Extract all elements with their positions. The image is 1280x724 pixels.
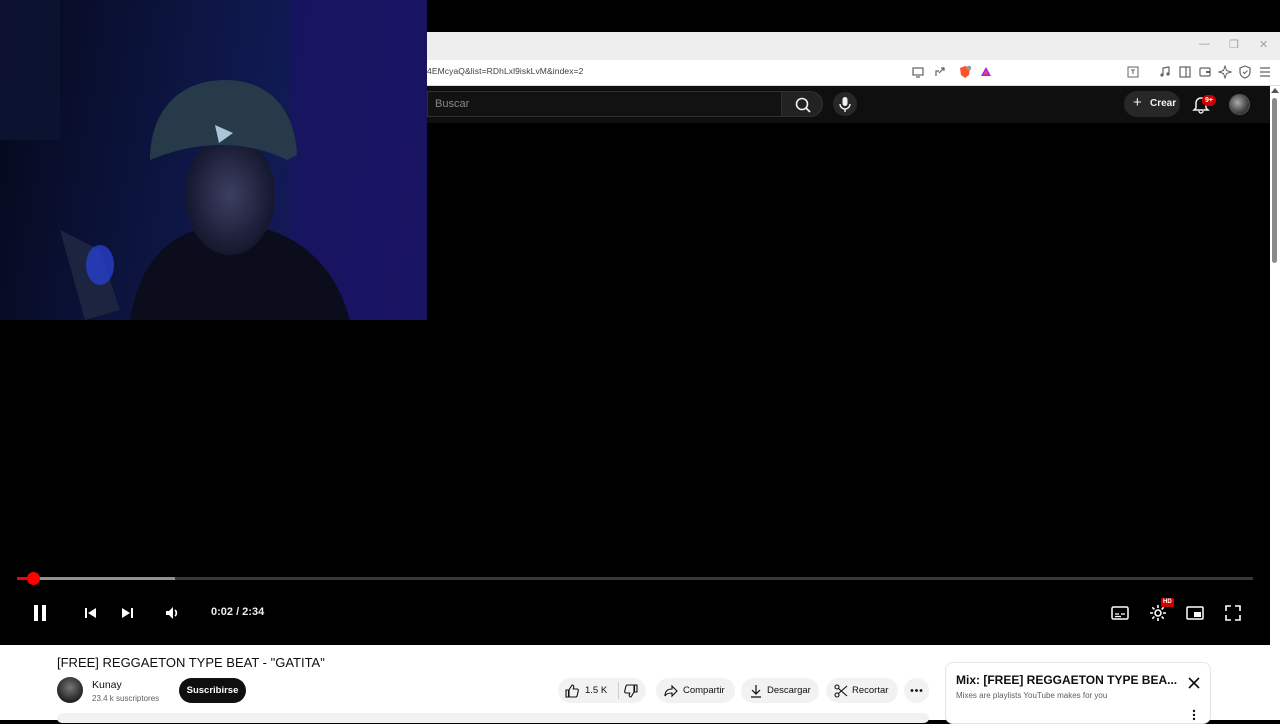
video-title: [FREE] REGGAETON TYPE BEAT - "GATITA" (57, 655, 325, 670)
brave-shield-icon[interactable] (958, 65, 972, 79)
subscriber-count: 23.4 k suscriptores (92, 694, 160, 703)
notifications-badge: 9+ (1202, 95, 1216, 106)
webcam-overlay (0, 0, 427, 320)
miniplayer-icon[interactable] (1183, 601, 1207, 625)
voice-search-button[interactable] (833, 92, 857, 116)
media-icon[interactable] (1158, 65, 1172, 79)
description-box[interactable] (57, 713, 929, 723)
progress-scrubber[interactable] (27, 572, 41, 585)
share-page-icon[interactable] (933, 65, 947, 79)
next-icon[interactable] (115, 601, 139, 625)
volume-icon[interactable] (160, 601, 184, 625)
page-scrollbar[interactable] (1270, 86, 1280, 720)
close-window-icon[interactable]: ✕ (1259, 38, 1268, 51)
address-bar[interactable]: 4EMcyaQ&list=RDhLxl9iskLvM&index=2 (427, 66, 583, 76)
microphone-icon (839, 97, 851, 112)
channel-avatar[interactable] (57, 677, 83, 703)
time-display: 0:02 / 2:34 (211, 606, 265, 618)
search-icon (795, 97, 811, 113)
clip-button[interactable]: Recortar (826, 678, 898, 703)
search-box[interactable]: Buscar (427, 91, 781, 117)
dislike-button[interactable] (619, 678, 646, 703)
menu-icon[interactable] (1258, 65, 1272, 79)
channel-name[interactable]: Kunay (92, 679, 122, 691)
plus-icon: + (1133, 94, 1142, 111)
share-label: Compartir (683, 685, 725, 696)
subtitles-icon[interactable] (1108, 601, 1132, 625)
more-vertical-icon[interactable] (1189, 709, 1199, 721)
download-button[interactable]: Descargar (741, 678, 819, 703)
more-actions-button[interactable] (904, 678, 929, 703)
webcam-person-image (0, 0, 427, 320)
translate-icon[interactable] (1126, 65, 1140, 79)
create-label: Crear (1150, 98, 1177, 109)
share-arrow-icon (664, 684, 678, 698)
clip-label: Recortar (852, 685, 889, 696)
minimize-icon[interactable]: — (1199, 38, 1210, 50)
cast-icon[interactable] (911, 65, 925, 79)
sidebar-icon[interactable] (1178, 65, 1192, 79)
pause-icon[interactable] (28, 601, 52, 625)
fullscreen-icon[interactable] (1221, 601, 1245, 625)
scroll-up-arrow-icon[interactable] (1271, 88, 1279, 93)
browser-tabbar: — ❐ ✕ (427, 32, 1280, 60)
like-button[interactable]: 1.5 K (558, 678, 618, 703)
mix-playlist-panel: Mix: [FREE] REGGAETON TYPE BEA... Mixes … (945, 662, 1211, 724)
thumbs-up-icon (565, 684, 579, 698)
video-info-section: [FREE] REGGAETON TYPE BEAT - "GATITA" Ku… (0, 645, 1270, 724)
youtube-header: Buscar + Crear 9+ (427, 86, 1270, 123)
like-count: 1.5 K (585, 685, 608, 696)
thumbs-down-icon (624, 684, 638, 698)
more-horizontal-icon (910, 689, 923, 692)
leo-ai-icon[interactable] (1218, 65, 1232, 79)
create-button[interactable]: + Crear (1124, 91, 1180, 117)
like-dislike-group: 1.5 K (558, 678, 646, 703)
download-icon (751, 685, 761, 698)
previous-icon[interactable] (79, 601, 103, 625)
subscribe-button[interactable]: Suscribirse (179, 678, 246, 703)
account-avatar[interactable] (1229, 94, 1250, 115)
download-label: Descargar (767, 685, 811, 696)
progress-bar[interactable] (17, 572, 1253, 585)
search-input[interactable]: Buscar (435, 98, 469, 110)
vpn-icon[interactable] (1238, 65, 1252, 79)
mix-subtitle: Mixes are playlists YouTube makes for yo… (956, 691, 1108, 700)
share-button[interactable]: Compartir (656, 678, 735, 703)
close-icon[interactable] (1186, 675, 1202, 691)
brave-rewards-icon[interactable] (979, 65, 993, 79)
mix-title[interactable]: Mix: [FREE] REGGAETON TYPE BEA... (956, 673, 1177, 687)
browser-toolbar: 4EMcyaQ&list=RDhLxl9iskLvM&index=2 (427, 60, 1280, 86)
scrollbar-thumb[interactable] (1272, 98, 1277, 263)
progress-buffered (17, 577, 176, 580)
search-button[interactable] (781, 91, 823, 117)
scissors-icon (834, 684, 848, 698)
wallet-icon[interactable] (1198, 65, 1212, 79)
hd-badge: HD (1161, 598, 1174, 607)
restore-icon[interactable]: ❐ (1229, 38, 1239, 51)
